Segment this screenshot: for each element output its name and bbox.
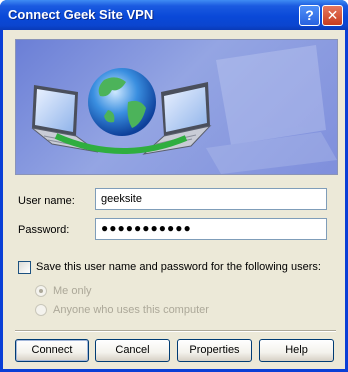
save-credentials-checkbox[interactable] [18,261,31,274]
anyone-label[interactable]: Anyone who uses this computer [53,304,209,316]
cancel-button[interactable]: Cancel [95,339,170,362]
connect-button[interactable]: Connect [15,339,89,362]
title-bar[interactable]: Connect Geek Site VPN ? ✕ [0,0,348,30]
help-icon[interactable]: ? [299,5,320,26]
properties-button[interactable]: Properties [177,339,252,362]
divider [15,330,336,332]
me-only-radio[interactable] [35,285,47,297]
save-credentials-label[interactable]: Save this user name and password for the… [36,261,321,273]
banner-illustration [31,45,337,174]
dialog-body: User name: geeksite Password: ●●●●●●●●●●… [3,30,345,369]
me-only-label[interactable]: Me only [53,285,92,297]
username-label: User name: [18,195,75,207]
password-label: Password: [18,224,70,236]
help-button[interactable]: Help [259,339,334,362]
close-icon[interactable]: ✕ [322,5,343,26]
vpn-banner-image [15,39,338,175]
vpn-connect-dialog: Connect Geek Site VPN ? ✕ User name: gee… [0,0,348,372]
globe-icon [88,68,156,136]
username-field[interactable]: geeksite [95,188,327,210]
anyone-radio[interactable] [35,304,47,316]
background-laptop-icon [206,45,337,174]
password-field[interactable]: ●●●●●●●●●●● [95,218,327,240]
window-title: Connect Geek Site VPN [8,7,154,22]
